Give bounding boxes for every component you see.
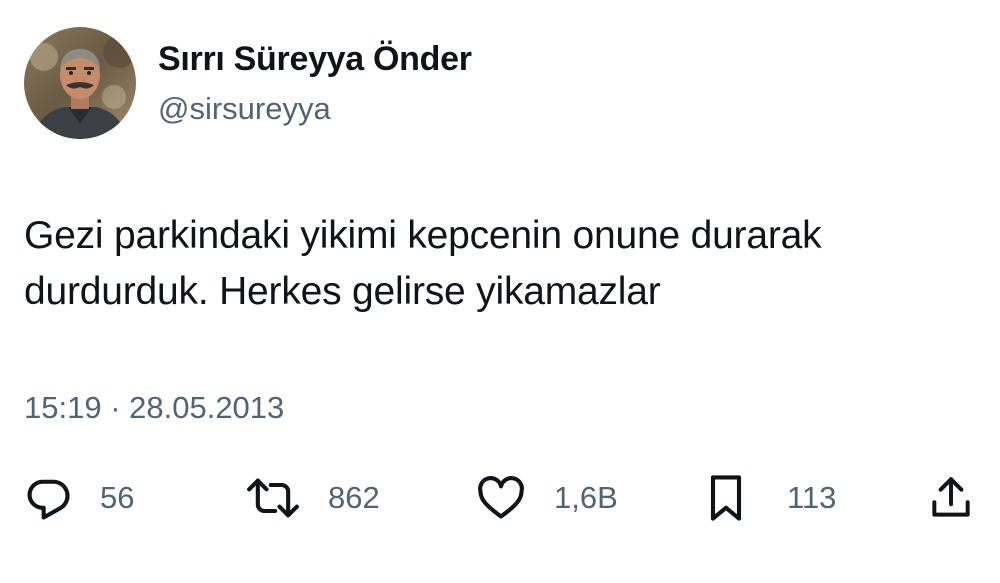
like-count: 1,6B — [554, 480, 618, 515]
retweet-icon — [247, 478, 299, 518]
tweet-text-line: durdurduk. Herkes gelirse yikamazlar — [24, 270, 661, 313]
reply-button[interactable]: 56 — [22, 470, 134, 526]
share-icon — [932, 477, 970, 517]
action-bar: 56 862 1,6B 113 — [0, 470, 1000, 526]
display-name[interactable]: Sırrı Süreyya Önder — [158, 40, 472, 79]
bookmark-button[interactable]: 113 — [705, 470, 836, 526]
tweet-timestamp[interactable]: 15:19 · 28.05.2013 — [24, 390, 284, 426]
heart-icon — [478, 476, 524, 519]
share-button[interactable] — [926, 470, 976, 526]
user-handle[interactable]: @sirsureyya — [158, 91, 331, 127]
tweet-text-line: Gezi parkindaki yikimi kepcenin onune du… — [24, 214, 822, 257]
bookmark-count: 113 — [787, 480, 837, 515]
reply-count: 56 — [100, 480, 135, 515]
tweet-card: Sırrı Süreyya Önder @sirsureyya Gezi par… — [0, 0, 1000, 583]
tweet-text: Gezi parkindaki yikimi kepcenin onune du… — [24, 208, 964, 320]
retweet-button[interactable]: 862 — [244, 470, 380, 526]
retweet-count: 862 — [328, 480, 380, 515]
bookmark-icon — [710, 475, 742, 521]
reply-icon — [27, 479, 70, 520]
avatar-photo-icon — [24, 27, 136, 139]
avatar[interactable] — [24, 27, 136, 139]
like-button[interactable]: 1,6B — [474, 470, 618, 526]
